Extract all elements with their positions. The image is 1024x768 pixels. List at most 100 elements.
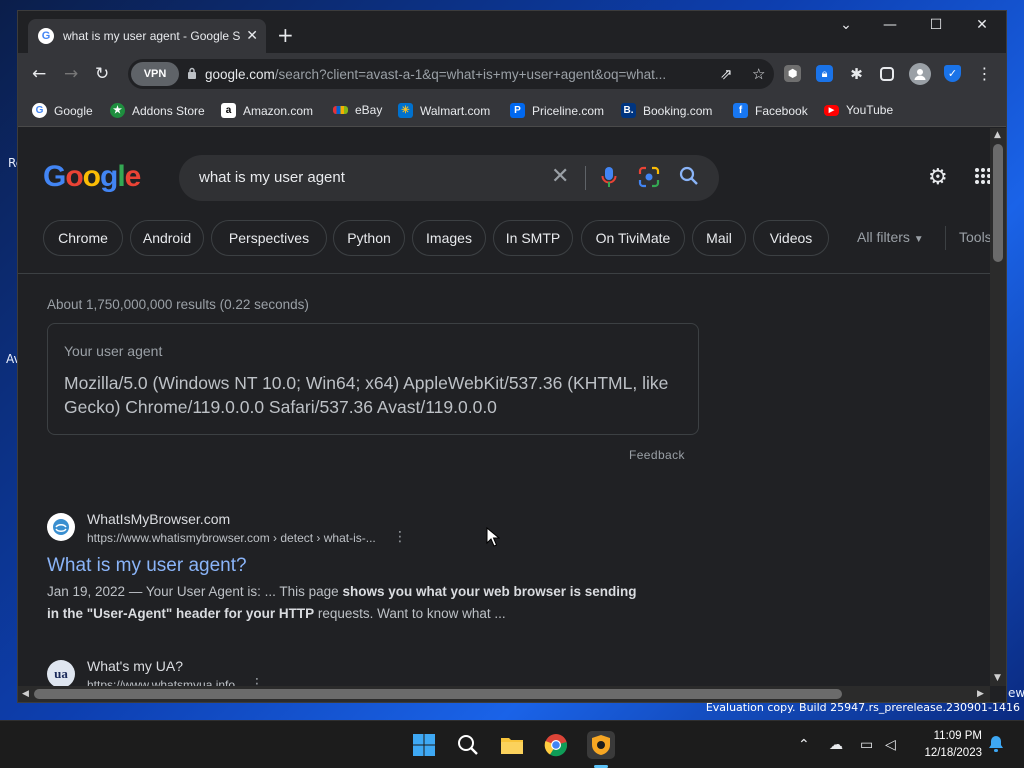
maximize-icon[interactable]: ☐	[926, 17, 946, 33]
vpn-badge[interactable]: VPN	[131, 62, 179, 86]
more-options-icon[interactable]: ⋮	[393, 529, 407, 545]
result-site-name[interactable]: WhatIsMyBrowser.com	[87, 511, 230, 527]
onedrive-icon[interactable]: ☁	[829, 737, 843, 753]
chip-mail[interactable]: Mail	[692, 220, 746, 256]
system-clock[interactable]: 11:09 PM 12/18/2023	[906, 728, 982, 762]
tab-search-icon[interactable]: ⌄	[836, 17, 856, 33]
bookmark-booking[interactable]: B. Booking.com	[621, 103, 712, 118]
scroll-right-icon[interactable]: ▶	[977, 689, 984, 699]
share-icon[interactable]: ⇗	[720, 65, 733, 83]
more-options-icon[interactable]: ⋮	[250, 676, 264, 686]
all-filters-button[interactable]: All filters ▼	[857, 229, 924, 245]
feedback-link[interactable]: Feedback	[629, 448, 685, 462]
result-snippet: Jan 19, 2022 — Your User Agent is: ... T…	[47, 584, 637, 621]
search-input[interactable]: what is my user agent	[199, 169, 345, 186]
chip-images[interactable]: Images	[412, 220, 486, 256]
voice-search-icon[interactable]	[601, 166, 617, 192]
booking-icon: B.	[621, 103, 636, 118]
facebook-icon: f	[733, 103, 748, 118]
profile-avatar-icon[interactable]	[909, 63, 931, 85]
menu-kebab-icon[interactable]: ⋮	[976, 64, 993, 83]
scroll-left-icon[interactable]: ◀	[22, 689, 29, 699]
windows-start-icon[interactable]	[411, 732, 437, 758]
dropdown-arrow-icon: ▼	[913, 234, 924, 245]
google-logo[interactable]: Google	[43, 160, 141, 194]
search-box[interactable]: what is my user agent ✕	[179, 155, 719, 201]
horizontal-scroll-thumb[interactable]	[34, 689, 842, 699]
tab-title: what is my user agent - Google S	[63, 29, 241, 43]
bookmark-walmart[interactable]: ✳ Walmart.com	[398, 103, 490, 118]
forward-icon[interactable]: →	[64, 64, 78, 84]
chip-chrome[interactable]: Chrome	[43, 220, 123, 256]
extensions-puzzle-icon[interactable]: ✱	[848, 65, 865, 83]
search-taskbar-icon[interactable]	[455, 732, 481, 758]
addons-store-icon: ★	[110, 103, 125, 118]
scroll-up-icon[interactable]: ▲	[994, 130, 1001, 140]
volume-icon[interactable]: ◁	[885, 737, 896, 753]
priceline-icon: P	[510, 103, 525, 118]
new-tab-icon[interactable]: +	[277, 25, 294, 45]
desktop-icon-label[interactable]: ew	[1008, 686, 1024, 700]
user-agent-card: Your user agent Mozilla/5.0 (Windows NT …	[47, 323, 699, 435]
avast-browser-icon[interactable]	[587, 731, 615, 759]
url-text[interactable]: google.com/search?client=avast-a-1&q=wha…	[205, 67, 695, 82]
search-results-page: Google what is my user agent ✕ ⚙ Chrome …	[18, 128, 990, 686]
settings-gear-icon[interactable]: ⚙	[928, 166, 948, 190]
bookmark-facebook[interactable]: f Facebook	[733, 103, 808, 118]
chip-python[interactable]: Python	[333, 220, 405, 256]
chip-in-smtp[interactable]: In SMTP	[493, 220, 573, 256]
reload-icon[interactable]: ↻	[95, 64, 109, 84]
clear-search-icon[interactable]: ✕	[551, 165, 569, 189]
walmart-icon: ✳	[398, 103, 413, 118]
bookmark-priceline[interactable]: P Priceline.com	[510, 103, 604, 118]
bookmark-amazon[interactable]: a Amazon.com	[221, 103, 313, 118]
minimize-icon[interactable]: —	[880, 17, 900, 33]
extension-shield-icon[interactable]: ⬢	[784, 65, 801, 82]
vertical-scrollbar[interactable]: ▲ ▼	[990, 128, 1006, 686]
result-title-link[interactable]: What is my user agent?	[47, 555, 247, 577]
search-icon[interactable]	[679, 166, 699, 190]
show-hidden-icons-icon[interactable]: ⌃	[798, 737, 810, 753]
close-window-icon[interactable]: ✕	[972, 17, 992, 33]
clock-time: 11:09 PM	[933, 730, 982, 742]
chip-videos[interactable]: Videos	[753, 220, 829, 256]
chrome-icon[interactable]	[543, 732, 569, 758]
google-icon: G	[32, 103, 47, 118]
vertical-scroll-thumb[interactable]	[993, 144, 1003, 262]
result-url[interactable]: https://www.whatismybrowser.com › detect…	[87, 531, 376, 545]
chip-perspectives[interactable]: Perspectives	[211, 220, 327, 256]
search-divider	[585, 166, 586, 190]
result-url[interactable]: https://www.whatsmyua.info	[87, 678, 235, 686]
network-icon[interactable]: ▭	[860, 737, 873, 753]
avast-shield-icon[interactable]: ✓	[944, 65, 961, 82]
tools-divider	[945, 226, 946, 250]
chip-android[interactable]: Android	[130, 220, 204, 256]
extension-lock-icon[interactable]: 🔒︎	[816, 65, 833, 82]
scroll-down-icon[interactable]: ▼	[994, 673, 1001, 683]
taskbar: ⌃ ☁ ▭ ◁ 11:09 PM 12/18/2023	[0, 720, 1024, 768]
bookmark-addons-store[interactable]: ★ Addons Store	[110, 103, 205, 118]
result-site-name[interactable]: What's my UA?	[87, 658, 183, 674]
back-icon[interactable]: ←	[32, 64, 46, 84]
side-panel-icon[interactable]	[880, 67, 894, 81]
close-tab-icon[interactable]: ✕	[246, 28, 258, 44]
bookmark-youtube[interactable]: ▶ YouTube	[824, 103, 893, 117]
horizontal-scrollbar[interactable]: ◀ ▶	[18, 686, 990, 702]
lens-search-icon[interactable]	[638, 166, 660, 192]
google-apps-icon[interactable]	[975, 168, 990, 188]
whatismybrowser-favicon-icon	[47, 513, 75, 541]
chip-on-tivimate[interactable]: On TiviMate	[581, 220, 685, 256]
bookmark-ebay[interactable]: eBay	[333, 103, 382, 117]
lock-icon[interactable]	[187, 67, 197, 82]
notification-bell-icon[interactable]	[988, 735, 1004, 757]
bookmark-star-icon[interactable]: ☆	[752, 65, 765, 83]
title-bar: G what is my user agent - Google S ✕ + ⌄…	[18, 11, 1006, 53]
user-agent-label: Your user agent	[64, 343, 163, 359]
tools-button[interactable]: Tools	[959, 229, 990, 245]
tab-active[interactable]: G what is my user agent - Google S ✕	[28, 19, 266, 53]
file-explorer-icon[interactable]	[499, 732, 525, 758]
google-favicon-icon: G	[38, 28, 54, 44]
address-bar[interactable]: VPN google.com/search?client=avast-a-1&q…	[128, 59, 774, 89]
clock-date: 12/18/2023	[924, 747, 982, 759]
bookmark-google[interactable]: G Google	[32, 103, 93, 118]
